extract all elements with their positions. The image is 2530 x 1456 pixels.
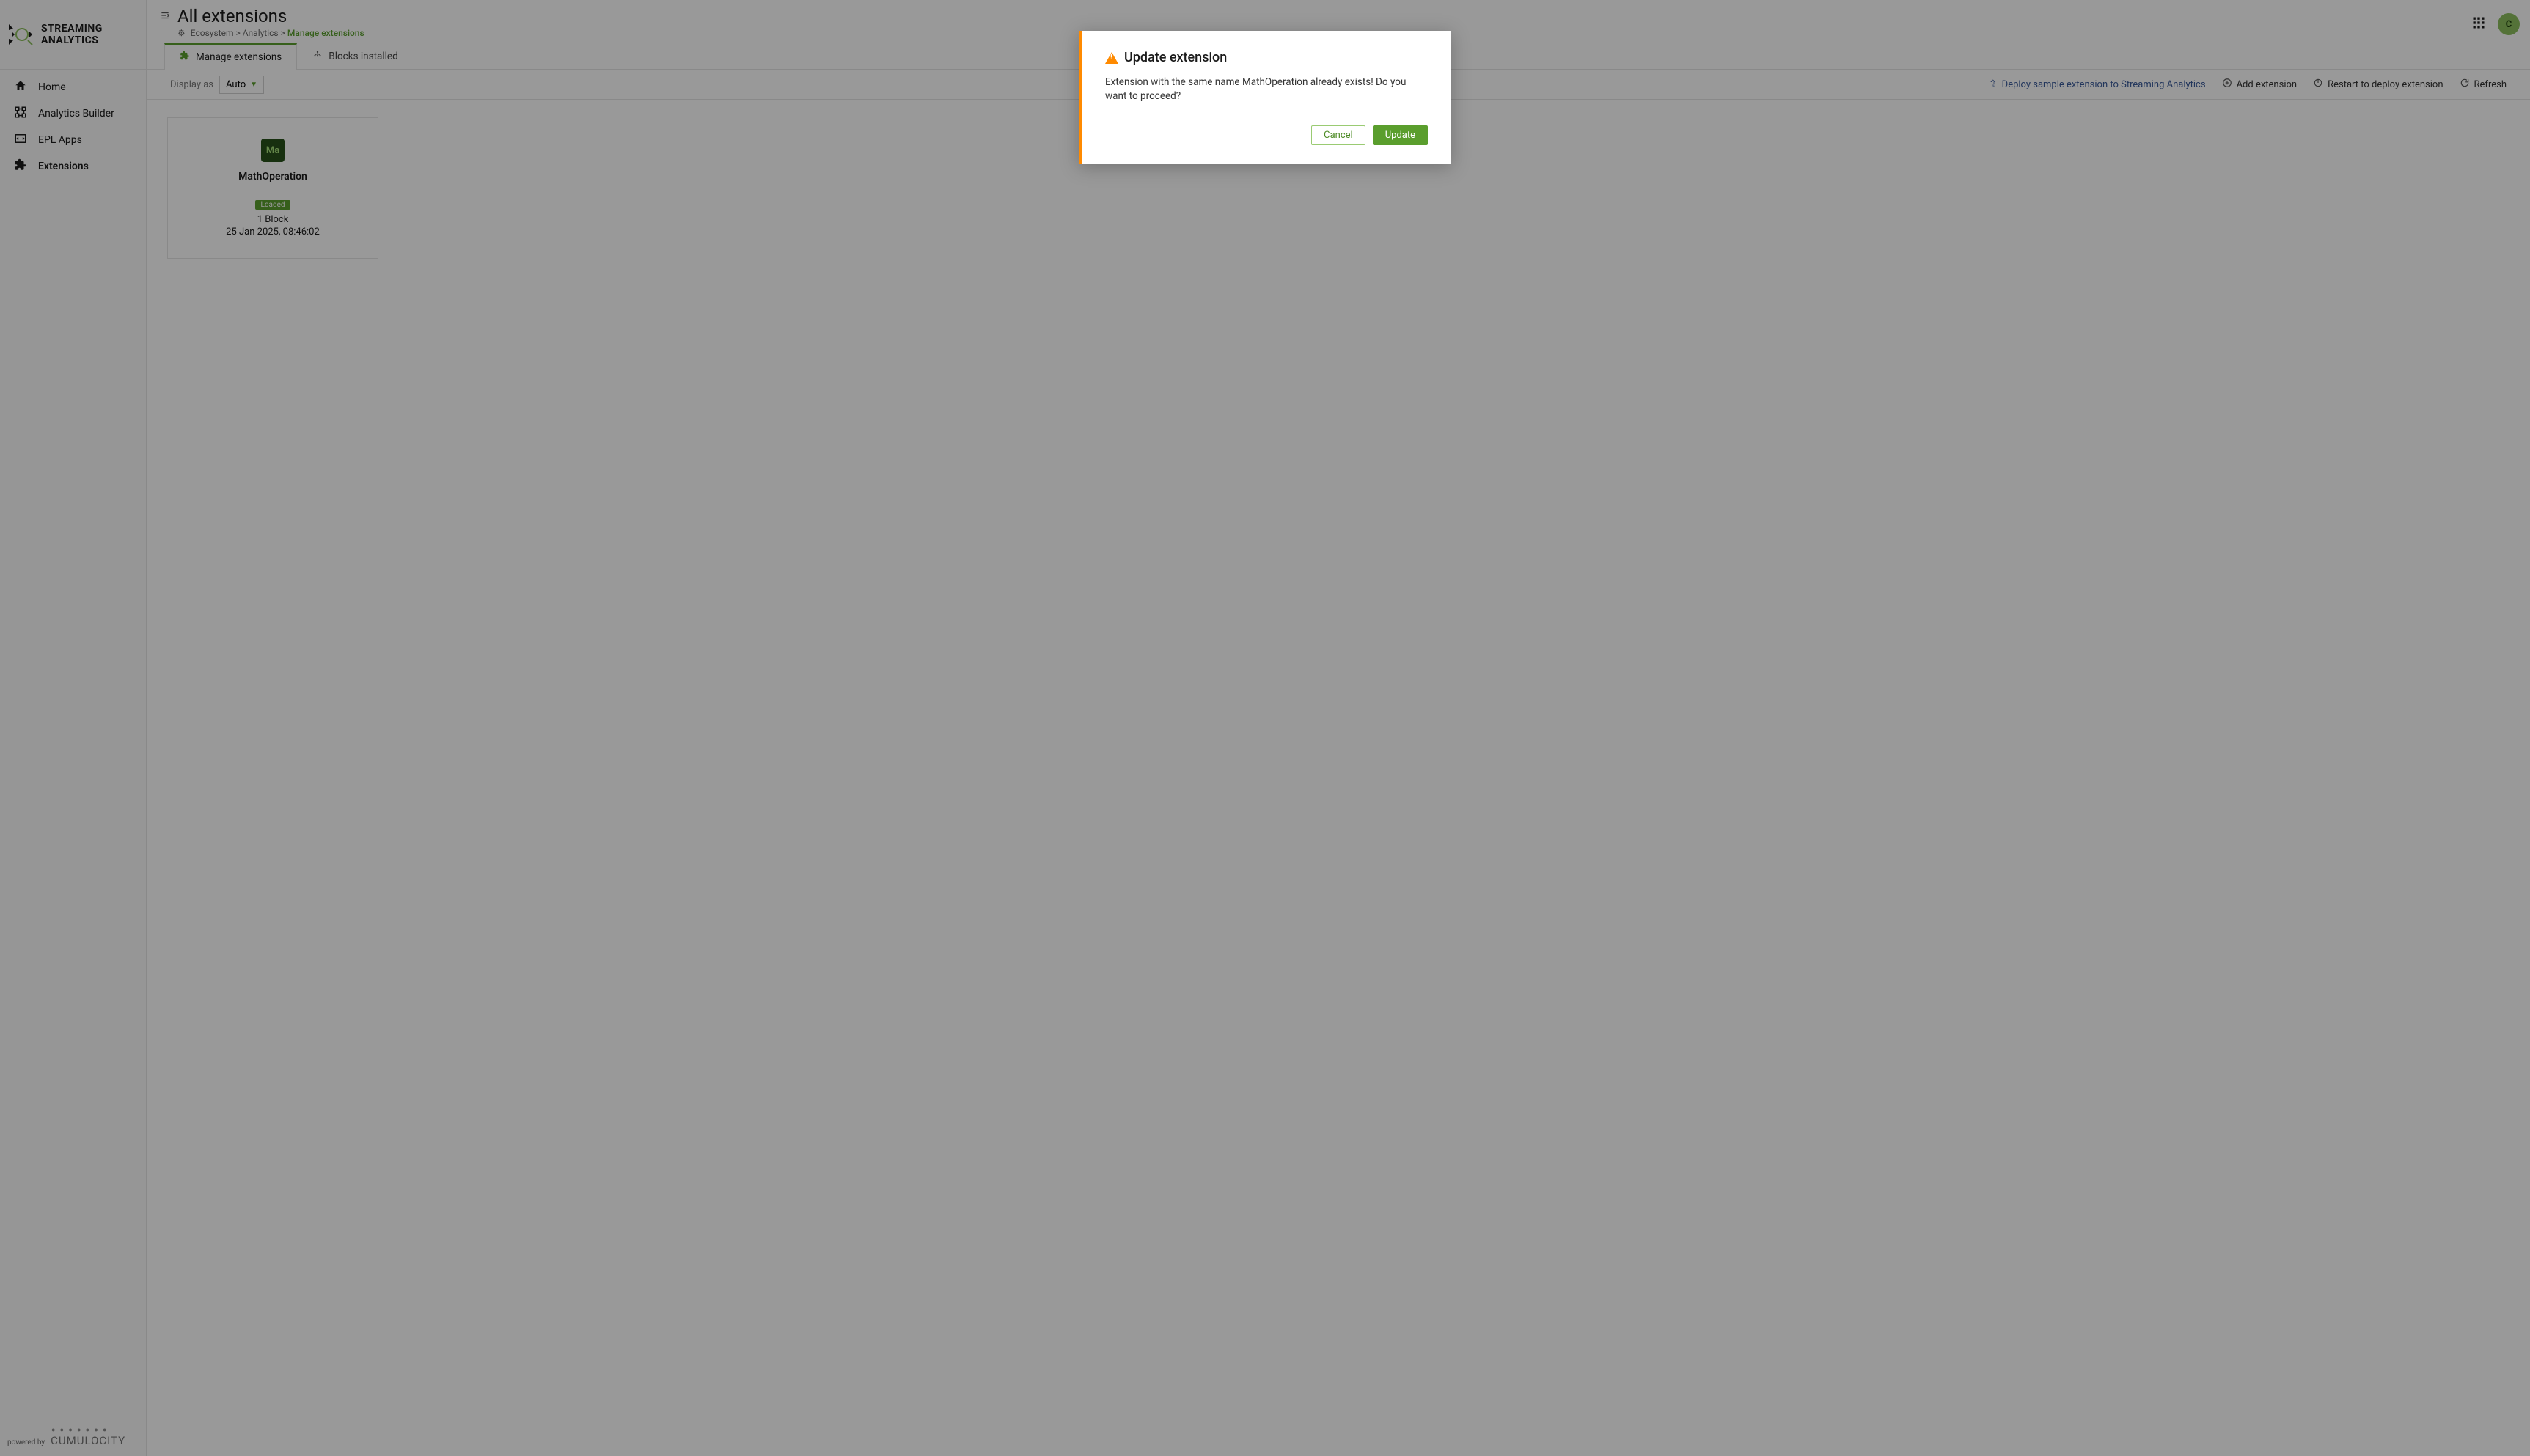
modal-overlay[interactable]: Update extension Extension with the same… [0, 0, 2530, 1456]
dialog-title: Update extension [1124, 50, 1227, 65]
update-button[interactable]: Update [1373, 125, 1428, 145]
update-extension-dialog: Update extension Extension with the same… [1079, 31, 1451, 164]
cancel-button[interactable]: Cancel [1311, 125, 1365, 145]
dialog-body: Extension with the same name MathOperati… [1082, 76, 1451, 114]
warning-icon [1105, 52, 1118, 64]
